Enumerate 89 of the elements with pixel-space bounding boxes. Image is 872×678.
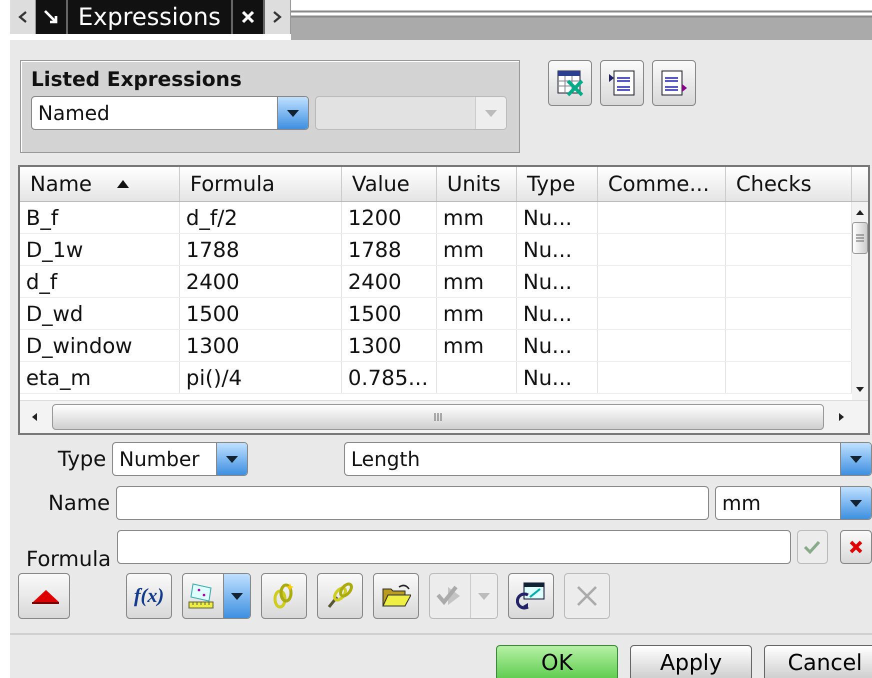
table-cell: D_window	[20, 330, 180, 361]
caret-icon	[225, 454, 240, 464]
tool-button[interactable]	[18, 573, 70, 619]
tab-scroll-left[interactable]	[10, 0, 36, 34]
grip-icon	[433, 412, 443, 422]
table-cell: pi()/4	[180, 362, 342, 393]
dialog-button[interactable]: OK	[496, 645, 618, 678]
field-label: Formula	[25, 547, 112, 571]
caret-icon	[484, 108, 498, 118]
table-cell: d_f/2	[180, 202, 342, 233]
field-label: Name	[47, 491, 110, 515]
table-cell: Nu...	[517, 266, 598, 297]
table-cell: Nu...	[517, 330, 598, 361]
caret-icon	[286, 108, 300, 118]
column-header[interactable]: Units	[437, 167, 517, 201]
group-title: Listed Expressions	[31, 67, 243, 91]
column-header[interactable]: Checks	[726, 167, 852, 201]
table-cell: mm	[437, 234, 517, 265]
caret-icon	[477, 591, 491, 601]
icon-button[interactable]	[548, 60, 592, 106]
column-header[interactable]: Type	[517, 167, 598, 201]
table-cell: mm	[437, 330, 517, 361]
scroll-left-icon[interactable]	[30, 412, 38, 422]
tool-button[interactable]: f(x)	[126, 573, 172, 619]
table-cell: Nu...	[517, 202, 598, 233]
horizontal-scrollbar[interactable]	[20, 400, 868, 433]
scroll-right-icon[interactable]	[838, 412, 846, 422]
reject-button[interactable]	[840, 530, 872, 564]
table-cell: mm	[437, 266, 517, 297]
list-import-icon	[608, 69, 636, 97]
dialog-button[interactable]: Cancel	[764, 645, 872, 678]
caret-icon	[230, 591, 244, 601]
scroll-up-icon[interactable]	[855, 208, 865, 216]
column-header[interactable]: Comme...	[598, 167, 726, 201]
field-label: Type	[56, 447, 106, 471]
table-cell: 0.785...	[342, 362, 437, 393]
chevron-right-icon	[272, 10, 282, 24]
dialog-button[interactable]: Apply	[630, 645, 752, 678]
table-cell: 2400	[180, 266, 342, 297]
arrow-icon[interactable]	[43, 9, 59, 25]
caret-icon	[848, 498, 863, 508]
input-field[interactable]	[117, 530, 791, 564]
table-cell: D_1w	[20, 234, 180, 265]
dropdown[interactable]: Length	[344, 442, 872, 476]
table-cell: Nu...	[517, 298, 598, 329]
check-icon	[803, 539, 822, 555]
caret-icon	[849, 454, 864, 464]
tool-button[interactable]	[373, 573, 419, 619]
scroll-thumb[interactable]	[52, 404, 824, 430]
column-header[interactable]: Name	[20, 167, 180, 201]
chevron-left-icon	[18, 10, 28, 24]
tab[interactable]: Expressions	[68, 0, 233, 34]
table-cell: D_wd	[20, 298, 180, 329]
table-cell: mm	[437, 298, 517, 329]
dropdown[interactable]: mm	[714, 486, 872, 520]
table-cell: B_f	[20, 202, 180, 233]
table-cell: eta_m	[20, 362, 180, 393]
table-cell: 1788	[180, 234, 342, 265]
spreadsheet-icon	[556, 69, 584, 97]
dropdown[interactable]: Named	[31, 96, 309, 130]
window-refresh-icon	[516, 581, 546, 611]
sort-ascending-icon	[116, 179, 130, 189]
grip-icon	[855, 233, 865, 243]
column-header[interactable]: Formula	[180, 167, 342, 201]
icon-button[interactable]	[600, 60, 644, 106]
table-cell: d_f	[20, 266, 180, 297]
scroll-down-icon[interactable]	[855, 386, 865, 394]
table-cell: mm	[437, 202, 517, 233]
table-cell: 2400	[342, 266, 437, 297]
close-icon	[848, 539, 864, 555]
chain-icon	[325, 581, 355, 611]
table-cell: Nu...	[517, 234, 598, 265]
list-export-icon	[660, 69, 688, 97]
input-field[interactable]	[116, 486, 709, 520]
scroll-thumb[interactable]	[852, 222, 868, 254]
table-cell: 1500	[180, 298, 342, 329]
table-cell: Nu...	[517, 362, 598, 393]
table-cell: 1788	[342, 234, 437, 265]
tool-button[interactable]	[508, 573, 554, 619]
table-cell: 1200	[342, 202, 437, 233]
icon-button[interactable]	[652, 60, 696, 106]
column-header[interactable]: Value	[342, 167, 437, 201]
table-cell: 1300	[180, 330, 342, 361]
tab-scroll-right[interactable]	[264, 0, 291, 34]
vertical-scrollbar[interactable]	[852, 202, 868, 400]
table-cell: 1500	[342, 298, 437, 329]
dropdown[interactable]: Number	[112, 442, 248, 476]
close-icon[interactable]	[240, 9, 256, 25]
table-cell: 1300	[342, 330, 437, 361]
